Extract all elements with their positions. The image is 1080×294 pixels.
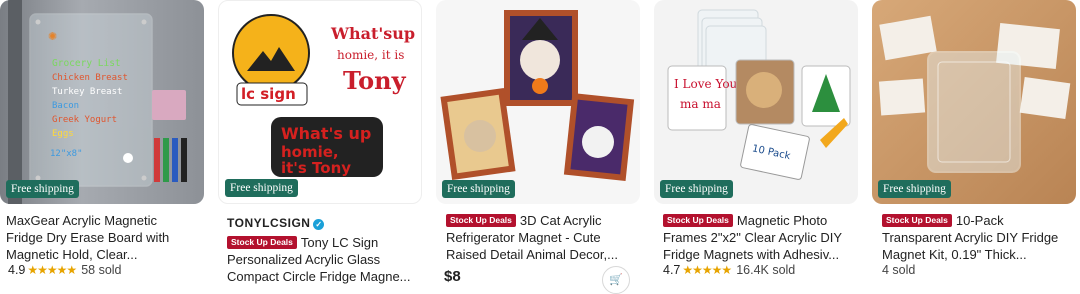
rating-row: 4 sold	[882, 263, 915, 277]
stock-up-deals-badge: Stock Up Deals	[446, 214, 516, 227]
title-line: Tony LC Sign	[300, 235, 379, 250]
sticker-text: What's up	[281, 124, 371, 143]
title-line: Refrigerator Magnet - Cute	[446, 230, 601, 245]
seller-name[interactable]: TONYLCSIGN ✓	[227, 216, 325, 230]
frame-text: ma ma	[680, 97, 721, 111]
add-to-cart-icon[interactable]: 🛒	[602, 266, 630, 294]
product-title[interactable]: Stock Up Deals 3D Cat Acrylic Refrigerato…	[446, 212, 636, 263]
svg-text:✺: ✺	[48, 30, 57, 43]
product-card[interactable]: ✺ Grocery List Chicken Breast Turkey Bre…	[0, 0, 204, 280]
sold-count: 58 sold	[81, 263, 122, 277]
cat-frames-illustration	[440, 10, 635, 182]
title-line: Fridge Dry Erase Board with	[6, 230, 170, 245]
product-card[interactable]: Free shipping Stock Up Deals 10-Pack Tran…	[872, 0, 1076, 280]
dry-erase-board-illustration: ✺ Grocery List Chicken Breast Turkey Bre…	[8, 0, 187, 204]
title-line: Personalized Acrylic Glass	[227, 252, 381, 267]
sticker-text: it's Tony	[281, 159, 351, 177]
free-shipping-badge: Free shipping	[225, 179, 298, 197]
title-line: 10-Pack	[955, 213, 1004, 228]
product-title[interactable]: MaxGear Acrylic Magnetic Fridge Dry Eras…	[6, 212, 210, 263]
product-grid: ✺ Grocery List Chicken Breast Turkey Bre…	[0, 0, 1080, 294]
free-shipping-badge: Free shipping	[6, 180, 79, 198]
stock-up-deals-badge: Stock Up Deals	[882, 214, 952, 227]
seller-label: TONYLCSIGN	[227, 216, 311, 230]
board-line: Eggs	[52, 129, 74, 139]
product-title[interactable]: Stock Up Deals 10-Pack Transparent Acryli…	[882, 212, 1076, 263]
rating-value: 4.9	[8, 263, 26, 277]
product-image[interactable]: lc sign What'sup homie, it is Tony What'…	[218, 0, 422, 204]
free-shipping-badge: Free shipping	[660, 180, 733, 198]
product-image[interactable]: I Love You ma ma 10 Pack Free shipping	[654, 0, 858, 204]
title-line: 3D Cat Acrylic	[519, 213, 602, 228]
rating-row: 4.9 ★★★★★ 58 sold	[8, 263, 122, 277]
product-card[interactable]: lc sign What'sup homie, it is Tony What'…	[218, 0, 422, 284]
free-shipping-badge: Free shipping	[878, 180, 951, 198]
board-line: 12"x8"	[50, 149, 83, 159]
board-line: Turkey Breast	[52, 87, 122, 97]
title-line: Frames 2"x2" Clear Acrylic DIY	[663, 230, 842, 245]
product-card[interactable]: I Love You ma ma 10 Pack Free shipping S…	[654, 0, 858, 280]
sold-count: 4 sold	[882, 263, 916, 277]
product-image[interactable]: Free shipping	[436, 0, 640, 204]
sticker-text: homie, it is	[337, 48, 404, 62]
sold-count: 16.4K sold	[736, 263, 796, 277]
board-line: Bacon	[52, 101, 79, 111]
rating-row: 4.7 ★★★★★ 16.4K sold	[663, 263, 795, 277]
product-image[interactable]: ✺ Grocery List Chicken Breast Turkey Bre…	[0, 0, 204, 204]
product-title[interactable]: Stock Up Deals Magnetic Photo Frames 2"x2…	[663, 212, 858, 263]
title-line: Compact Circle Fridge Magne...	[227, 269, 411, 284]
board-line: Grocery List	[52, 58, 121, 69]
product-price: $8	[444, 268, 461, 285]
title-line: Magnetic Hold, Clear...	[6, 247, 138, 262]
product-card[interactable]: Free shipping Stock Up Deals 3D Cat Acryl…	[436, 0, 640, 294]
board-line: Chicken Breast	[52, 73, 128, 83]
title-line: Raised Detail Animal Decor,...	[446, 247, 618, 262]
title-line: Magnetic Photo	[736, 213, 828, 228]
sticker-text: What'sup	[330, 24, 415, 43]
verified-icon: ✓	[313, 219, 325, 230]
product-image[interactable]: Free shipping	[872, 0, 1076, 204]
stock-up-deals-badge: Stock Up Deals	[227, 236, 297, 249]
title-line: Fridge Magnets with Adhesiv...	[663, 247, 840, 262]
sticker-text: Tony	[343, 66, 407, 95]
photo-frames-illustration: I Love You ma ma 10 Pack	[667, 9, 851, 180]
product-title[interactable]: Stock Up Deals Tony LC Sign Personalized …	[227, 234, 422, 285]
title-line: MaxGear Acrylic Magnetic	[6, 213, 157, 228]
sticker-collage-illustration: lc sign What'sup homie, it is Tony What'…	[232, 14, 415, 177]
rating-value: 4.7	[663, 263, 681, 277]
board-line: Greek Yogurt	[52, 115, 117, 125]
star-icon: ★★★★★	[27, 263, 77, 277]
frame-text: I Love You	[674, 77, 738, 91]
stock-up-deals-badge: Stock Up Deals	[663, 214, 733, 227]
title-line: Magnet Kit, 0.19" Thick...	[882, 247, 1027, 262]
acrylic-block-illustration	[878, 15, 1071, 173]
free-shipping-badge: Free shipping	[442, 180, 515, 198]
title-line: Transparent Acrylic DIY Fridge	[882, 230, 1059, 245]
sticker-text: lc sign	[241, 85, 296, 103]
star-icon: ★★★★★	[682, 263, 732, 277]
